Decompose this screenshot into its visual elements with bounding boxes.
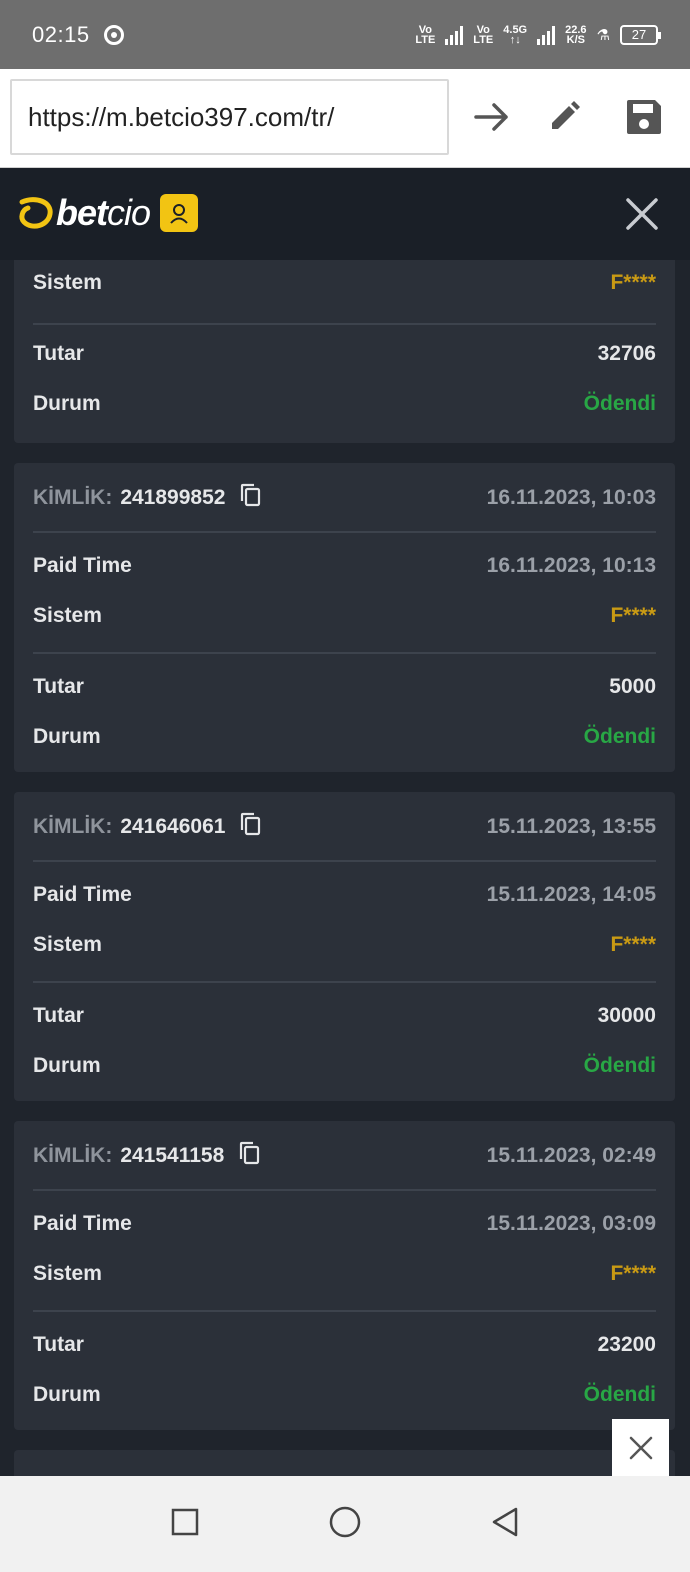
- chrome-icon: [103, 24, 124, 45]
- divider: [33, 1189, 656, 1191]
- transaction-id: 241646061: [120, 815, 226, 838]
- paid-time-row: Paid Time 16.11.2023, 10:13: [33, 554, 656, 577]
- durum-row: Durum Ödendi: [33, 1054, 656, 1077]
- divider: [33, 531, 656, 533]
- home-icon[interactable]: [328, 1505, 362, 1544]
- created-date: 15.11.2023, 13:55: [486, 815, 656, 838]
- transaction-card-partial: Sistem F**** Tutar 32706 Durum Ödendi: [14, 260, 675, 443]
- transaction-card: KİMLİK: 241646061 15.11.2023, 13:55 Paid…: [14, 792, 675, 1101]
- kimlik-label: KİMLİK:: [33, 486, 113, 509]
- floating-close-button[interactable]: [612, 1419, 669, 1476]
- transaction-id: 241899852: [120, 486, 226, 509]
- network-speed: 22.6 K/S: [565, 23, 587, 46]
- kimlik-label: KİMLİK:: [33, 1144, 113, 1167]
- kimlik-row: KİMLİK: 241899852 16.11.2023, 10:03: [33, 483, 656, 513]
- paid-time-row: Paid Time 15.11.2023, 14:05: [33, 883, 656, 906]
- signal-icon-2: [537, 25, 556, 45]
- back-icon[interactable]: [490, 1506, 520, 1543]
- tutar-row: Tutar 30000: [33, 1004, 656, 1027]
- android-nav-bar: [0, 1476, 690, 1572]
- tutar-row: Tutar 32706: [33, 342, 656, 365]
- divider: [33, 652, 656, 654]
- user-badge-icon[interactable]: [160, 194, 199, 232]
- betcio-logo[interactable]: betcio: [16, 192, 199, 234]
- logo-swirl-icon: [19, 197, 53, 229]
- sistem-row: Sistem F****: [33, 1262, 656, 1285]
- browser-toolbar: https://m.betcio397.com/tr/: [0, 69, 690, 168]
- divider: [33, 1310, 656, 1312]
- edit-icon[interactable]: [542, 95, 586, 139]
- recent-apps-icon[interactable]: [170, 1507, 200, 1542]
- transaction-id: 241541158: [120, 1144, 225, 1167]
- status-time: 02:15: [32, 21, 90, 47]
- copy-icon[interactable]: [238, 1141, 260, 1171]
- sistem-row: Sistem F****: [33, 271, 656, 294]
- url-input[interactable]: https://m.betcio397.com/tr/: [10, 79, 449, 155]
- copy-icon[interactable]: [239, 812, 261, 842]
- signal-icon-1: [445, 25, 464, 45]
- arrow-forward-icon[interactable]: [470, 95, 514, 139]
- flask-icon: ⚗: [596, 26, 610, 44]
- close-icon: [629, 1436, 652, 1459]
- close-icon[interactable]: [622, 194, 662, 234]
- paid-time-row: Paid Time 15.11.2023, 03:09: [33, 1212, 656, 1235]
- kimlik-label: KİMLİK:: [33, 815, 113, 838]
- durum-row: Durum Ödendi: [33, 1383, 656, 1406]
- save-icon[interactable]: [622, 95, 666, 139]
- tutar-row: Tutar 5000: [33, 675, 656, 698]
- transaction-card: KİMLİK: 241541158 15.11.2023, 02:49 Paid…: [14, 1121, 675, 1430]
- durum-row: Durum Ödendi: [33, 392, 656, 415]
- divider: [33, 981, 656, 983]
- tutar-row: Tutar 23200: [33, 1333, 656, 1356]
- battery-icon: 27: [620, 24, 661, 45]
- kimlik-row: KİMLİK: 241541158 15.11.2023, 02:49: [33, 1141, 656, 1171]
- status-indicators: Vo LTE Vo LTE 4.5G ↑↓ 22.6 K/S ⚗ 27: [415, 23, 661, 46]
- volte-label-2: Vo LTE: [473, 23, 494, 46]
- network-type-label: 4.5G ↑↓: [503, 23, 528, 46]
- sistem-row: Sistem F****: [33, 604, 656, 627]
- copy-icon[interactable]: [239, 483, 261, 513]
- durum-row: Durum Ödendi: [33, 725, 656, 748]
- logo-text: betcio: [56, 192, 151, 233]
- created-date: 15.11.2023, 02:49: [486, 1144, 656, 1167]
- transaction-list[interactable]: Sistem F**** Tutar 32706 Durum Ödendi Kİ…: [0, 260, 690, 1476]
- transaction-card-partial: [14, 1450, 675, 1476]
- sistem-row: Sistem F****: [33, 933, 656, 956]
- transaction-card: KİMLİK: 241899852 16.11.2023, 10:03 Paid…: [14, 463, 675, 772]
- status-bar: 02:15 Vo LTE Vo LTE 4.5G ↑↓ 22.6 K/S ⚗ 2…: [0, 0, 690, 69]
- app-header: betcio: [0, 168, 690, 260]
- created-date: 16.11.2023, 10:03: [486, 486, 656, 509]
- volte-label-1: Vo LTE: [415, 23, 436, 46]
- divider: [33, 860, 656, 862]
- divider: [33, 323, 656, 325]
- kimlik-row: KİMLİK: 241646061 15.11.2023, 13:55: [33, 812, 656, 842]
